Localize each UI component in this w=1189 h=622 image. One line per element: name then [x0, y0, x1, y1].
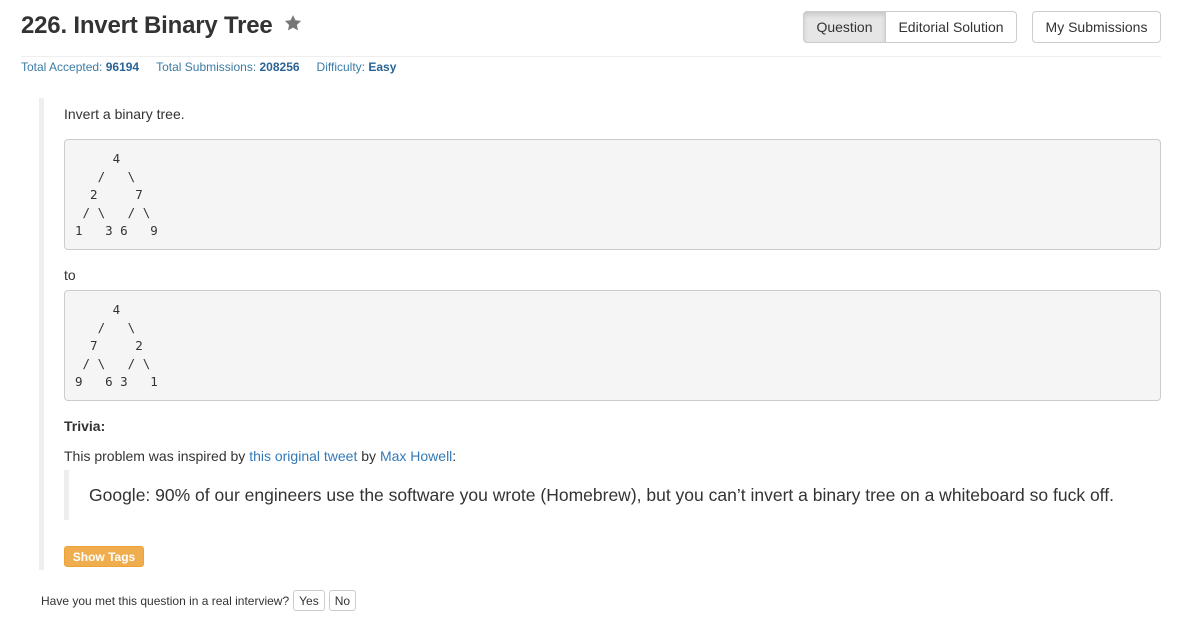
total-submissions-label: Total Submissions:	[156, 60, 257, 74]
star-icon[interactable]	[283, 13, 303, 33]
page-title: 226. Invert Binary Tree	[21, 12, 273, 39]
trivia-text: This problem was inspired by this origin…	[64, 448, 456, 464]
tree-before-code: 4 / \ 2 7 / \ / \ 1 3 6 9	[64, 139, 1161, 250]
problem-page: 226. Invert Binary Tree Question Editori…	[0, 0, 1189, 622]
my-submissions-button[interactable]: My Submissions	[1032, 11, 1161, 43]
problem-description: Invert a binary tree. 4 / \ 2 7 / \ / \ …	[39, 98, 1161, 570]
trivia-text-part-3: :	[452, 448, 457, 464]
tab-question[interactable]: Question	[803, 11, 886, 43]
problem-stats: Total Accepted: 96194 Total Submissions:…	[21, 60, 396, 74]
difficulty-label: Difficulty:	[316, 60, 366, 74]
no-button[interactable]: No	[328, 590, 357, 611]
problem-header: 226. Invert Binary Tree Question Editori…	[21, 10, 1161, 46]
view-tab-group: Question Editorial Solution	[803, 11, 1017, 43]
to-label: to	[64, 267, 76, 283]
problem-intro: Invert a binary tree.	[64, 106, 185, 122]
total-submissions: Total Submissions: 208256	[156, 60, 299, 74]
original-tweet-link[interactable]: this original tweet	[249, 448, 357, 464]
tweet-quote: Google: 90% of our engineers use the sof…	[64, 470, 1154, 520]
trivia-text-part-2: by	[357, 448, 380, 464]
difficulty-value: Easy	[368, 60, 397, 74]
trivia-heading: Trivia:	[64, 418, 106, 434]
total-accepted: Total Accepted: 96194	[21, 60, 139, 74]
total-accepted-value: 96194	[105, 60, 140, 74]
max-howell-link[interactable]: Max Howell	[380, 448, 452, 464]
difficulty: Difficulty: Easy	[317, 60, 397, 74]
yes-button[interactable]: Yes	[293, 590, 325, 611]
total-submissions-value: 208256	[259, 60, 300, 74]
total-accepted-label: Total Accepted:	[21, 60, 103, 74]
interview-question: Have you met this question in a real int…	[41, 593, 290, 608]
interview-feedback: Have you met this question in a real int…	[41, 590, 357, 611]
show-tags-button[interactable]: Show Tags	[64, 546, 144, 567]
tree-after-code: 4 / \ 7 2 / \ / \ 9 6 3 1	[64, 290, 1161, 401]
trivia-text-part-1: This problem was inspired by	[64, 448, 250, 464]
tab-editorial-solution[interactable]: Editorial Solution	[886, 11, 1017, 43]
header-divider	[21, 56, 1161, 57]
